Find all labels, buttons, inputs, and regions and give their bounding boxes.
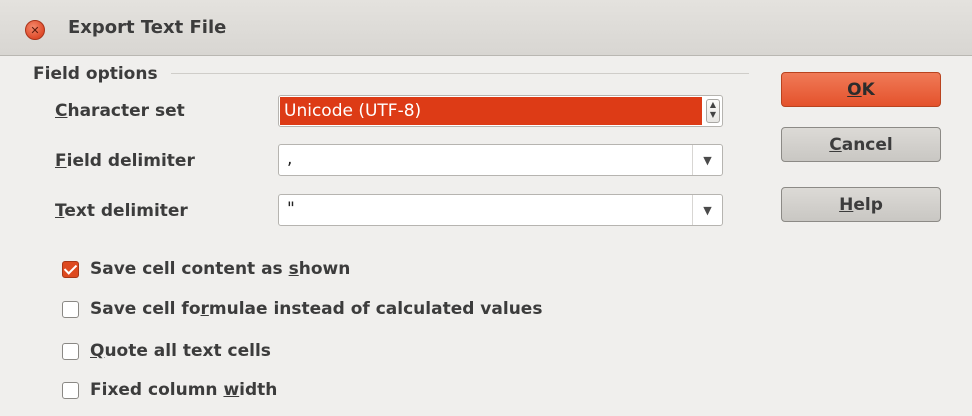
character-set-value: Unicode (UTF-8) bbox=[280, 97, 702, 125]
save-formulae-option[interactable]: Save cell formulae instead of calculated… bbox=[62, 299, 542, 319]
export-text-file-dialog: ✕ Export Text File Field options Charact… bbox=[0, 0, 972, 416]
title-bar: ✕ Export Text File bbox=[0, 0, 972, 56]
chevron-down-icon[interactable]: ▼ bbox=[692, 145, 722, 175]
save-formulae-label: Save cell formulae instead of calculated… bbox=[90, 299, 543, 319]
dialog-title: Export Text File bbox=[68, 17, 227, 38]
field-options-heading: Field options bbox=[33, 64, 158, 84]
field-delimiter-label: Field delimiter bbox=[55, 151, 195, 171]
ok-button[interactable]: OK bbox=[781, 72, 941, 107]
quote-all-label: Quote all text cells bbox=[90, 341, 271, 361]
field-delimiter-value[interactable]: , bbox=[287, 149, 292, 169]
field-delimiter-combo[interactable]: , ▼ bbox=[278, 144, 723, 176]
chevron-down-icon[interactable]: ▼ bbox=[692, 195, 722, 225]
section-divider bbox=[171, 73, 749, 74]
text-delimiter-label: Text delimiter bbox=[55, 201, 188, 221]
text-delimiter-value[interactable]: " bbox=[287, 199, 295, 219]
spin-arrows-icon[interactable]: ▲ ▼ bbox=[706, 99, 720, 123]
save-formulae-checkbox[interactable] bbox=[62, 300, 79, 318]
save-as-shown-label: Save cell content as shown bbox=[90, 259, 351, 279]
fixed-width-checkbox[interactable] bbox=[62, 381, 79, 399]
fixed-width-label: Fixed column width bbox=[90, 380, 278, 400]
cancel-button[interactable]: Cancel bbox=[781, 127, 941, 162]
close-icon[interactable]: ✕ bbox=[25, 20, 45, 40]
character-set-label: Character set bbox=[55, 101, 185, 121]
help-button[interactable]: Help bbox=[781, 187, 941, 222]
save-as-shown-checkbox[interactable] bbox=[62, 260, 79, 278]
fixed-width-option[interactable]: Fixed column width bbox=[62, 380, 277, 400]
text-delimiter-combo[interactable]: " ▼ bbox=[278, 194, 723, 226]
quote-all-checkbox[interactable] bbox=[62, 342, 79, 360]
quote-all-option[interactable]: Quote all text cells bbox=[62, 341, 271, 361]
save-as-shown-option[interactable]: Save cell content as shown bbox=[62, 259, 350, 279]
character-set-select[interactable]: Unicode (UTF-8) ▲ ▼ bbox=[278, 95, 723, 127]
